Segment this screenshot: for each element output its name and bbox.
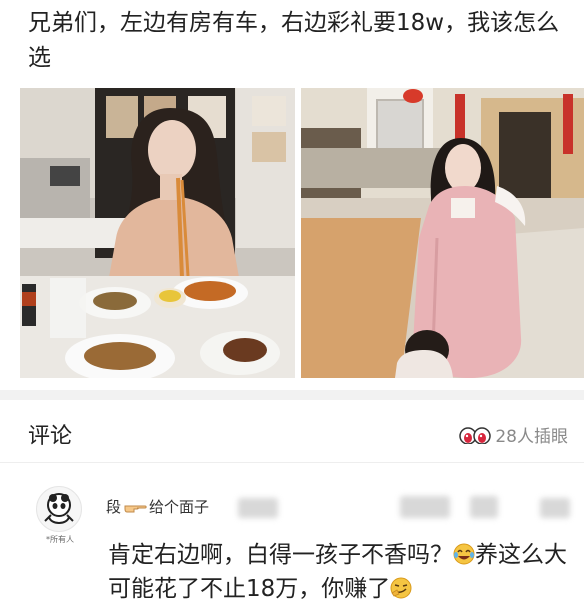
redacted-block: [470, 496, 498, 518]
comment-username[interactable]: 段 给个面子: [106, 496, 209, 517]
pointing-hand-icon: [123, 500, 147, 514]
watchers-label: 28人插眼: [495, 427, 568, 447]
comment-text-part1: 肯定右边啊，白得一孩子不香吗？: [108, 542, 453, 568]
restaurant-photo: [20, 88, 295, 378]
eyes-icon: [459, 426, 492, 445]
smirk-emoji: [390, 575, 412, 599]
avatar[interactable]: [36, 486, 82, 532]
comments-title: 评论: [28, 424, 73, 449]
redacted-block: [540, 498, 570, 518]
section-divider: [0, 390, 584, 400]
avatar-caption: *所有人: [46, 535, 74, 544]
photo-right[interactable]: [301, 88, 584, 378]
screen: 兄弟们，左边有房有车，右边彩礼要18w，我该怎么选 评论 28人插眼 *所有人 …: [0, 0, 584, 614]
comments-header: 评论 28人插眼: [0, 400, 584, 463]
username-prefix: 段: [106, 498, 122, 516]
comment-body: 肯定右边啊，白得一孩子不香吗？ 养这么大可能花了不止18万，你赚了: [108, 538, 578, 606]
username-suffix: 给个面子: [149, 498, 210, 516]
outdoor-photo: [301, 88, 584, 378]
redacted-block: [238, 498, 278, 518]
comment-item: *所有人 段 给个面子 肯定右边啊，白得一孩子不香吗？ 养这么大可能花了不止18万…: [0, 478, 584, 614]
post-title: 兄弟们，左边有房有车，右边彩礼要18w，我该怎么选: [28, 10, 560, 71]
laughing-tears-emoji: [453, 541, 475, 565]
watchers-count[interactable]: 28人插眼: [459, 422, 568, 447]
redacted-block: [400, 496, 450, 518]
post-photos: [20, 88, 584, 378]
photo-left[interactable]: [20, 88, 295, 378]
